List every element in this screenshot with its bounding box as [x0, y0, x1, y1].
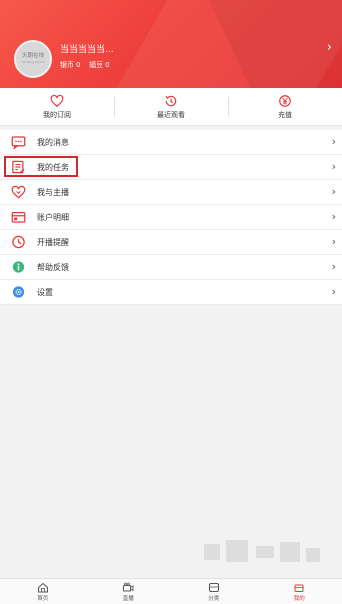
tab-live[interactable]: 直播	[86, 579, 172, 604]
tab-category[interactable]: 分类	[171, 579, 257, 604]
tab-label: 我的	[293, 595, 305, 602]
beans-value: 0	[105, 61, 110, 69]
quick-label: 最近观看	[157, 110, 185, 119]
alarm-clock-icon	[10, 235, 26, 249]
chevron-right-icon: ›	[331, 210, 336, 223]
tab-label: 直播	[122, 595, 134, 602]
beans-label: 辐豆	[89, 61, 104, 69]
settings-menu: 我的消息 › 我的任务 › 我与主播 › 账户明细 › 开播提醒 › 帮助反馈	[0, 130, 342, 305]
chevron-right-icon[interactable]: ›	[327, 40, 332, 55]
yen-icon	[279, 94, 291, 107]
avatar-subtext: Tianlang Online	[21, 60, 45, 64]
menu-label: 帮助反馈	[37, 262, 69, 272]
avatar[interactable]: 天朗在线 Tianlang Online	[14, 40, 52, 78]
menu-label: 我的消息	[37, 137, 69, 147]
quick-actions-bar: 我的订阅 最近观看 充值	[0, 88, 342, 126]
heart-icon	[50, 94, 64, 107]
menu-label: 设置	[37, 287, 53, 297]
category-icon	[208, 582, 219, 592]
settings-icon	[10, 285, 26, 299]
message-icon	[10, 135, 26, 149]
tab-home[interactable]: 首页	[0, 579, 86, 604]
currency-info: 银币 0 辐豆 0	[60, 60, 112, 70]
quick-recharge[interactable]: 充值	[228, 88, 342, 125]
heart-swap-icon	[10, 185, 26, 199]
chevron-right-icon: ›	[331, 235, 336, 248]
chevron-right-icon: ›	[331, 260, 336, 273]
coins-value: 0	[76, 61, 81, 69]
menu-label: 账户明细	[37, 212, 69, 222]
menu-item-me-and-host[interactable]: 我与主播 ›	[0, 180, 342, 205]
username: 当当当当当...	[60, 45, 114, 55]
quick-label: 我的订阅	[43, 110, 71, 119]
profile-icon	[294, 584, 304, 592]
avatar-text: 天朗在线	[21, 53, 44, 59]
menu-label: 我与主播	[37, 187, 69, 197]
menu-item-help-feedback[interactable]: 帮助反馈 ›	[0, 255, 342, 280]
coins-label: 银币	[60, 61, 74, 69]
menu-item-tasks[interactable]: 我的任务 ›	[0, 155, 342, 180]
quick-recently-watched[interactable]: 最近观看	[114, 88, 228, 125]
menu-item-messages[interactable]: 我的消息 ›	[0, 130, 342, 155]
quick-label: 充值	[278, 110, 292, 119]
menu-item-settings[interactable]: 设置 ›	[0, 280, 342, 305]
menu-item-live-reminder[interactable]: 开播提醒 ›	[0, 230, 342, 255]
home-icon	[37, 582, 48, 592]
chevron-right-icon: ›	[331, 185, 336, 198]
profile-header[interactable]: 天朗在线 Tianlang Online 当当当当当... 银币 0 辐豆 0 ›	[0, 0, 342, 88]
tab-profile[interactable]: 我的	[257, 579, 342, 604]
tab-label: 首页	[37, 595, 49, 602]
help-icon	[10, 260, 26, 274]
tab-label: 分类	[208, 595, 220, 602]
chevron-right-icon: ›	[331, 160, 336, 173]
live-camera-icon	[123, 582, 134, 591]
watermark	[196, 538, 336, 580]
account-detail-icon	[10, 210, 26, 224]
quick-subscriptions[interactable]: 我的订阅	[0, 88, 114, 125]
clock-history-icon	[165, 95, 177, 106]
chevron-right-icon: ›	[331, 135, 336, 148]
highlight-box	[4, 156, 78, 177]
menu-item-account-details[interactable]: 账户明细 ›	[0, 205, 342, 230]
menu-label: 开播提醒	[37, 237, 69, 247]
bottom-tab-bar: 首页 直播 分类 我的	[0, 578, 342, 604]
chevron-right-icon: ›	[331, 285, 336, 298]
